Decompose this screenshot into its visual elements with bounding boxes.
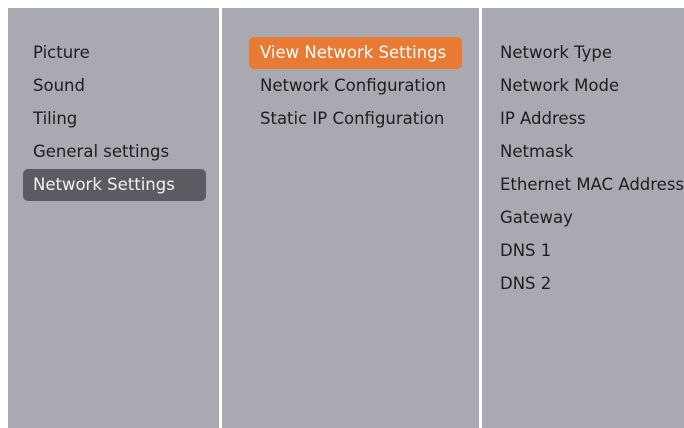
detail-network-type: Network Type bbox=[500, 43, 613, 62]
submenu-item-static-ip-configuration[interactable]: Static IP Configuration bbox=[249, 103, 462, 135]
submenu-item-view-network-settings[interactable]: View Network Settings bbox=[249, 37, 462, 69]
details-column: Network Type Network Mode IP Address Net… bbox=[482, 8, 684, 428]
detail-gateway: Gateway bbox=[500, 208, 573, 227]
submenu-column: View Network Settings Network Configurat… bbox=[222, 8, 479, 428]
menu-item-network-settings[interactable]: Network Settings bbox=[23, 169, 206, 201]
menu-item-sound[interactable]: Sound bbox=[23, 70, 206, 102]
detail-network-mode: Network Mode bbox=[500, 76, 620, 95]
menu-item-picture[interactable]: Picture bbox=[23, 37, 206, 69]
detail-ethernet-mac-address: Ethernet MAC Address bbox=[500, 175, 684, 194]
menu-item-general-settings[interactable]: General settings bbox=[23, 136, 206, 168]
detail-ip-address: IP Address bbox=[500, 109, 586, 128]
menu-item-tiling[interactable]: Tiling bbox=[23, 103, 206, 135]
submenu-item-network-configuration[interactable]: Network Configuration bbox=[249, 70, 462, 102]
detail-dns-2: DNS 2 bbox=[500, 274, 552, 293]
osd-menu-screen: Picture Sound Tiling General settings Ne… bbox=[8, 8, 684, 428]
category-column: Picture Sound Tiling General settings Ne… bbox=[8, 8, 219, 428]
detail-dns-1: DNS 1 bbox=[500, 241, 552, 260]
detail-netmask: Netmask bbox=[500, 142, 574, 161]
